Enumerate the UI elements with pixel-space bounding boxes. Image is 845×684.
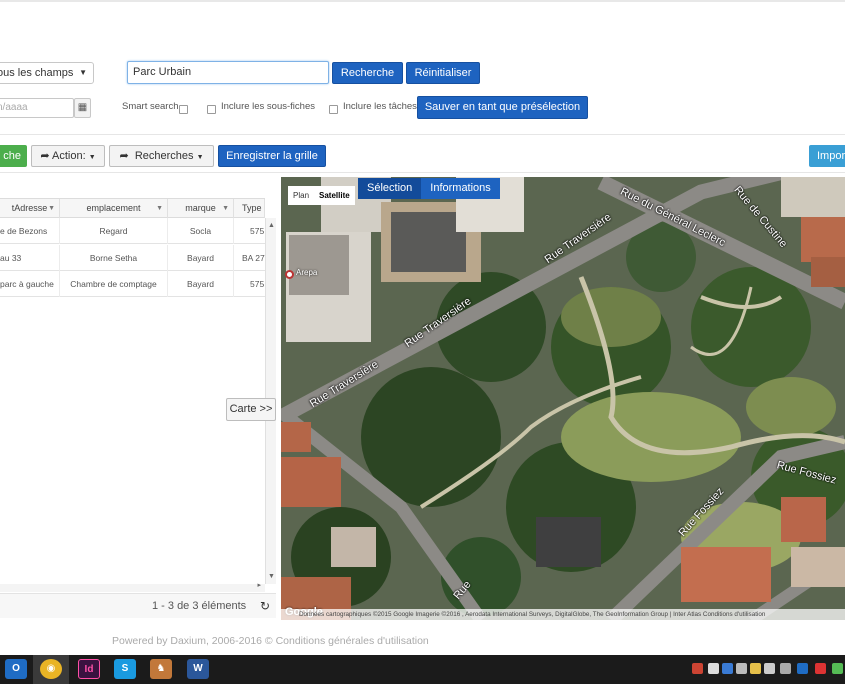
page-footer: Powered by Daxium, 2006-2016 © Condition… — [112, 635, 429, 647]
caret-down-icon: ▼ — [88, 154, 96, 161]
chevron-down-icon: ▼ — [48, 205, 55, 212]
search-field-select-value: ous les champs — [0, 67, 74, 79]
tray-icon[interactable] — [722, 663, 733, 674]
tray-icon[interactable] — [780, 663, 791, 674]
map-toggle-button[interactable]: Carte >> — [226, 398, 276, 421]
share-icon: ➦ — [119, 150, 129, 162]
tray-icon[interactable] — [750, 663, 761, 674]
tray-icon[interactable] — [797, 663, 808, 674]
divider — [0, 134, 845, 135]
grid-header: tAdresse ▼ emplacement ▼ marque ▼ Type — [0, 198, 265, 218]
include-subsheets-label: Inclure les sous-fiches — [221, 101, 315, 112]
table-cell: 575 — [250, 279, 265, 289]
table-row[interactable]: e de Bezons Regard Socla 575 — [0, 218, 265, 244]
tray-icon[interactable] — [764, 663, 775, 674]
table-cell: au 33 — [0, 245, 60, 271]
searches-label: Recherches — [134, 150, 194, 162]
chevron-down-icon: ▼ — [79, 68, 87, 77]
scroll-up-icon[interactable]: ▲ — [268, 222, 275, 229]
table-cell: Bayard — [168, 271, 234, 297]
tab-informations[interactable]: Informations — [421, 178, 500, 199]
table-cell: 575 — [250, 226, 265, 236]
scroll-right-icon[interactable]: ▸ — [257, 581, 261, 589]
save-preset-button[interactable]: Sauver en tant que présélection — [417, 96, 588, 119]
taskbar: O ◉ Id S ♞ W — [0, 655, 845, 684]
action-label: Action: — [52, 150, 86, 162]
table-cell: Bayard — [168, 245, 234, 271]
column-header[interactable]: tAdresse ▼ — [0, 199, 60, 218]
save-grid-button[interactable]: Enregistrer la grille — [218, 145, 326, 167]
horizontal-scrollbar[interactable]: ▸ — [0, 581, 265, 592]
word-icon[interactable]: W — [187, 659, 209, 679]
tray-icon[interactable] — [815, 663, 826, 674]
column-header[interactable]: Type — [234, 199, 265, 218]
map-type-satellite[interactable]: Satellite — [314, 186, 355, 205]
tray-icon[interactable] — [736, 663, 747, 674]
include-subsheets-checkbox[interactable] — [207, 105, 216, 114]
app-icon[interactable]: ♞ — [150, 659, 172, 679]
table-row[interactable]: au 33 Borne Setha Bayard BA 27 — [0, 245, 265, 271]
chevron-down-icon: ▼ — [222, 205, 229, 212]
table-cell: Regard — [60, 218, 168, 244]
share-icon: ➦ — [40, 150, 50, 162]
smart-search-checkbox[interactable] — [179, 105, 188, 114]
map-type-plan[interactable]: Plan — [288, 186, 314, 205]
reset-button[interactable]: Réinitialiser — [406, 62, 480, 84]
tray-icon[interactable] — [692, 663, 703, 674]
column-header[interactable]: emplacement ▼ — [60, 199, 168, 218]
import-button[interactable]: Impor — [809, 145, 845, 167]
include-tasks-checkbox[interactable] — [329, 105, 338, 114]
table-cell: BA 27 — [242, 253, 265, 263]
search-field-select[interactable]: ous les champs ▼ — [0, 62, 94, 84]
pager-text: 1 - 3 de 3 éléments — [152, 600, 247, 612]
indesign-icon[interactable]: Id — [78, 659, 100, 679]
calendar-icon[interactable]: ▦ — [74, 98, 91, 118]
marker-label: Arepa — [296, 268, 318, 277]
searches-dropdown-button[interactable]: ➦ Recherches ▼ — [109, 145, 214, 167]
chrome-icon[interactable]: ◉ — [40, 659, 62, 679]
table-cell: Socla — [168, 218, 234, 244]
pager: 1 - 3 de 3 éléments ↻ — [0, 593, 276, 618]
chevron-down-icon: ▼ — [156, 205, 163, 212]
tray-icon[interactable] — [832, 663, 843, 674]
tab-selection[interactable]: Sélection — [358, 178, 422, 199]
satellite-map[interactable]: Plan Satellite Sélection Informations Arep… — [281, 177, 845, 620]
divider — [0, 172, 845, 173]
caret-down-icon: ▼ — [196, 154, 204, 161]
table-cell: Borne Setha — [60, 245, 168, 271]
table-cell: parc à gauche — [0, 271, 60, 297]
column-header[interactable]: marque ▼ — [168, 199, 234, 218]
map-type-switch[interactable]: Plan Satellite — [288, 186, 355, 205]
tray-icon[interactable] — [708, 663, 719, 674]
table-row[interactable]: parc à gauche Chambre de comptage Bayard… — [0, 271, 265, 297]
map-attribution: Données cartographiques ©2015 Google Ima… — [281, 609, 845, 620]
green-action-button[interactable]: che — [0, 145, 27, 167]
table-cell: Chambre de comptage — [60, 271, 168, 297]
table-cell: e de Bezons — [0, 218, 60, 244]
skype-icon[interactable]: S — [114, 659, 136, 679]
top-border — [0, 0, 845, 2]
map-marker-icon[interactable] — [285, 270, 294, 279]
include-tasks-label: Inclure les tâches — [343, 101, 417, 112]
smart-search-label: Smart search — [122, 101, 179, 112]
action-dropdown-button[interactable]: ➦ Action: ▼ — [31, 145, 105, 167]
search-input[interactable]: Parc Urbain — [127, 61, 329, 84]
search-button[interactable]: Recherche — [332, 62, 403, 84]
refresh-icon[interactable]: ↻ — [260, 594, 270, 619]
map-tabs[interactable]: Sélection Informations — [358, 178, 500, 199]
scroll-down-icon[interactable]: ▼ — [268, 573, 275, 580]
date-input[interactable]: n/aaaa — [0, 98, 74, 118]
data-grid: tAdresse ▼ emplacement ▼ marque ▼ Type e de… — [0, 198, 265, 298]
outlook-icon[interactable]: O — [5, 659, 27, 679]
